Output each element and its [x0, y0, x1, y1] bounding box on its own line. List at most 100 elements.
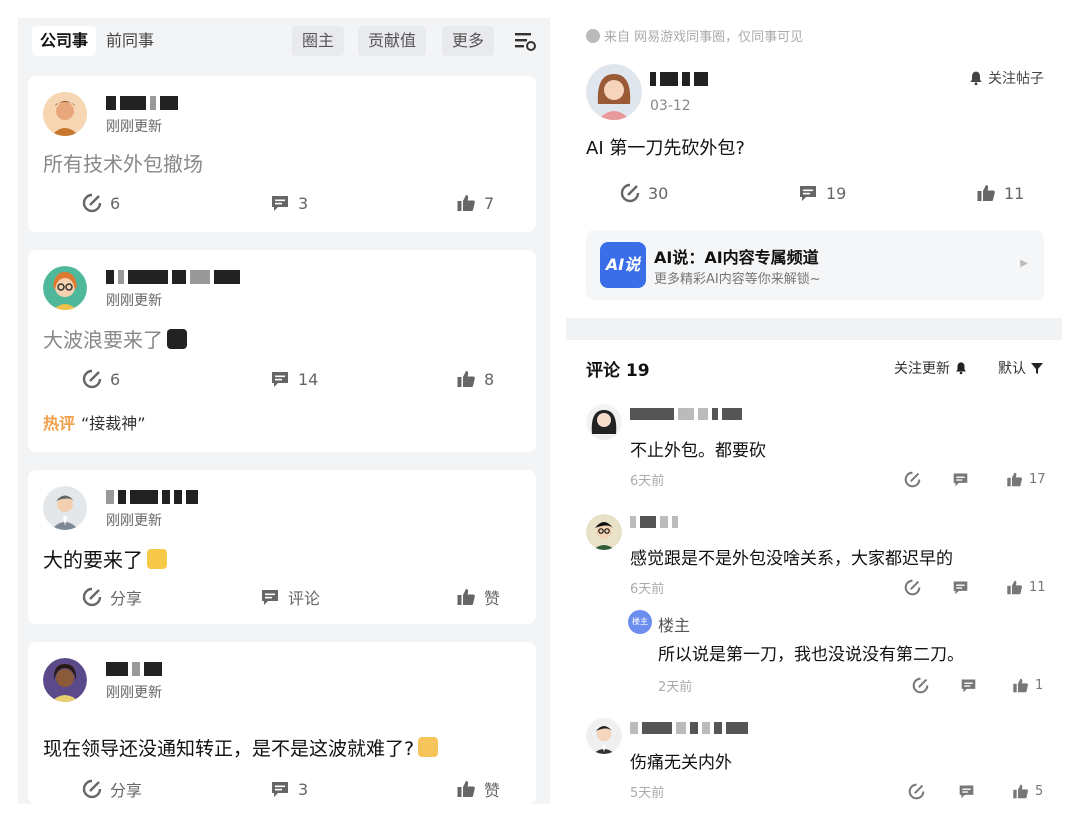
post-status: 刚刚更新 — [106, 293, 162, 309]
comment-button[interactable]: 3 — [270, 778, 308, 800]
like-label: 赞 — [484, 589, 501, 608]
post-card[interactable]: 刚刚更新 大波浪要来了 6 14 8 热评 “接裁神” — [28, 250, 536, 452]
reply-share-button[interactable] — [904, 470, 921, 488]
thumbs-up-icon — [1006, 471, 1023, 488]
filter-menu-icon[interactable] — [514, 30, 536, 52]
sort-dropdown[interactable]: 默认 — [998, 358, 1044, 378]
ai-channel-subtitle: 更多精彩AI内容等你来解锁~ — [654, 272, 821, 287]
tab-company[interactable]: 公司事 — [32, 26, 97, 56]
share-button[interactable]: 6 — [82, 192, 120, 214]
comment-button[interactable]: 3 — [270, 192, 308, 214]
share-icon — [912, 677, 929, 694]
thumbs-up-icon — [456, 587, 476, 607]
reply-like-count: 1 — [1035, 677, 1044, 693]
share-icon — [82, 587, 102, 607]
share-icon — [908, 783, 925, 800]
post-status: 刚刚更新 — [106, 513, 162, 529]
avatar[interactable] — [43, 266, 87, 310]
comment-icon — [270, 779, 290, 799]
post-title[interactable]: 大的要来了 — [43, 544, 167, 573]
thumbs-up-icon — [1006, 579, 1023, 596]
reply-button[interactable] — [958, 782, 975, 800]
tab-former-colleagues[interactable]: 前同事 — [98, 26, 162, 56]
tab-more[interactable]: 更多 — [442, 26, 495, 56]
share-icon — [904, 579, 921, 596]
comment-count: 3 — [298, 193, 309, 213]
comment-like-button[interactable]: 5 — [1012, 782, 1043, 800]
like-button[interactable]: 8 — [456, 368, 494, 390]
comment-count: 3 — [298, 779, 309, 799]
tab-contribution[interactable]: 贡献值 — [358, 26, 427, 56]
like-button[interactable]: 7 — [456, 192, 494, 214]
like-button[interactable]: 11 — [976, 182, 1024, 204]
comment-like-button[interactable]: 17 — [1006, 470, 1046, 488]
section-divider — [566, 318, 1062, 340]
surprised-emoji-icon — [167, 329, 187, 349]
comment-icon — [260, 587, 280, 607]
avatar[interactable] — [43, 486, 87, 530]
commenter-name-blurred — [630, 408, 746, 420]
commenter-name-blurred — [630, 516, 682, 528]
bell-icon — [968, 70, 984, 86]
post-status: 刚刚更新 — [106, 685, 162, 701]
like-button[interactable]: 赞 — [456, 778, 500, 800]
feed-panel: 公司事 前同事 圈主 贡献值 更多 刚刚更新 所有技术外包撤场 6 3 7 刚刚… — [18, 18, 550, 804]
comment-button[interactable]: 14 — [270, 368, 318, 390]
share-label: 分享 — [110, 589, 143, 608]
post-card[interactable]: 刚刚更新 所有技术外包撤场 6 3 7 — [28, 76, 536, 232]
comment-like-button[interactable]: 11 — [1006, 578, 1046, 596]
fearful-emoji-icon — [147, 549, 167, 569]
comment-count: 19 — [826, 183, 847, 203]
like-count: 11 — [1004, 183, 1025, 203]
comment-button[interactable]: 19 — [798, 182, 846, 204]
share-icon — [82, 779, 102, 799]
reply-like-button[interactable]: 1 — [1012, 676, 1043, 694]
share-button[interactable]: 分享 — [82, 586, 142, 608]
thumbs-up-icon — [456, 369, 476, 389]
comment-time: 6天前 — [630, 474, 665, 489]
avatar[interactable] — [43, 658, 87, 702]
reply-time: 2天前 — [658, 680, 693, 695]
post-card[interactable]: 刚刚更新 大的要来了 分享 评论 赞 — [28, 470, 536, 624]
thumbs-up-icon — [456, 779, 476, 799]
like-label: 赞 — [484, 781, 501, 800]
comment-count: 14 — [298, 369, 319, 389]
commenter-avatar[interactable] — [586, 514, 622, 550]
comment-button[interactable]: 评论 — [260, 586, 320, 608]
follow-update-button[interactable]: 关注更新 — [894, 358, 968, 378]
crying-emoji-icon — [418, 737, 439, 757]
reply-button[interactable] — [952, 578, 969, 596]
like-button[interactable]: 赞 — [456, 586, 500, 608]
avatar[interactable] — [43, 92, 87, 136]
post-title[interactable]: 所有技术外包撤场 — [43, 148, 203, 177]
comment-like-count: 11 — [1029, 579, 1046, 595]
comment-text: 感觉跟是不是外包没啥关系，大家都迟早的 — [630, 549, 953, 569]
reply-share-button[interactable] — [908, 782, 925, 800]
hot-comment[interactable]: 热评 “接裁神” — [43, 410, 146, 434]
op-date: 03-12 — [650, 98, 691, 114]
reply-button[interactable] — [960, 676, 977, 694]
commenter-avatar[interactable] — [586, 404, 622, 440]
commenter-avatar[interactable] — [586, 718, 622, 754]
author-name-blurred — [106, 270, 244, 284]
ai-channel-banner[interactable]: AI说 AI说：AI内容专属频道 更多精彩AI内容等你来解锁~ ▶ — [586, 230, 1044, 300]
share-icon — [620, 183, 640, 203]
comment-icon — [270, 193, 290, 213]
share-button[interactable]: 30 — [620, 182, 668, 204]
post-title[interactable]: 现在领导还没通知转正，是不是这波就难了? — [43, 734, 439, 761]
chevron-right-icon: ▶ — [1020, 258, 1028, 269]
reply-button[interactable] — [952, 470, 969, 488]
op-avatar[interactable] — [586, 64, 642, 120]
post-title[interactable]: 大波浪要来了 — [43, 324, 187, 353]
follow-post-button[interactable]: 关注帖子 — [968, 68, 1044, 88]
share-button[interactable]: 分享 — [82, 778, 142, 800]
reply-author[interactable]: 楼主 — [658, 612, 690, 636]
like-count: 8 — [484, 369, 495, 389]
reply-share-button[interactable] — [912, 676, 929, 694]
post-card[interactable]: 刚刚更新 现在领导还没通知转正，是不是这波就难了? 分享 3 赞 — [28, 642, 536, 804]
reply-share-button[interactable] — [904, 578, 921, 596]
tab-circle-owner[interactable]: 圈主 — [292, 26, 345, 56]
author-name-blurred — [106, 662, 166, 676]
thumbs-up-icon — [1012, 783, 1029, 800]
share-button[interactable]: 6 — [82, 368, 120, 390]
